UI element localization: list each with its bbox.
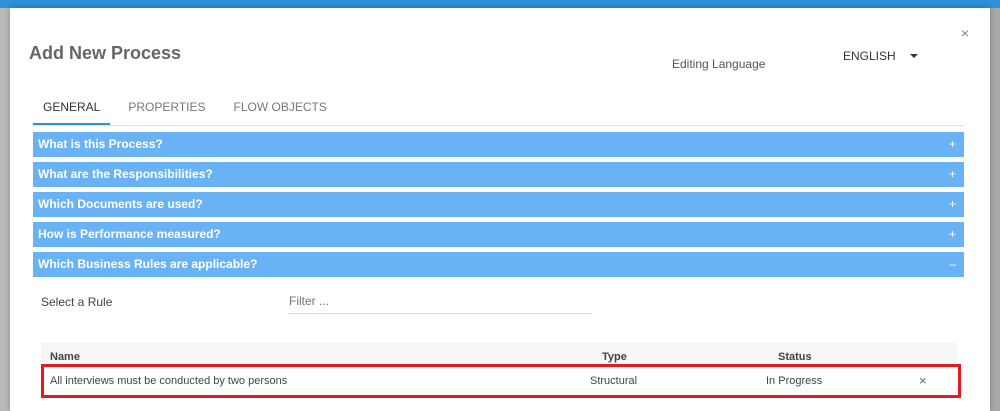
modal-title: Add New Process	[29, 43, 182, 63]
language-value: ENGLISH	[843, 49, 896, 63]
accordion-label: Which Business Rules are applicable?	[38, 257, 258, 271]
rules-table-header: Name Type Status	[41, 343, 957, 363]
tab-flow-objects[interactable]: FLOW OBJECTS	[224, 98, 337, 125]
expand-icon: +	[948, 167, 956, 181]
chevron-down-icon	[909, 54, 918, 58]
accordion-label: How is Performance measured?	[38, 227, 221, 241]
modal-backdrop	[990, 8, 1000, 411]
app-top-bar	[0, 0, 1000, 8]
select-rule-label: Select a Rule	[41, 295, 113, 309]
collapse-icon: –	[949, 257, 956, 271]
tab-bar: GENERAL PROPERTIES FLOW OBJECTS	[33, 98, 965, 126]
expand-icon: +	[948, 227, 956, 241]
rule-type-cell: Structural	[590, 375, 638, 387]
accordion-business-rules[interactable]: Which Business Rules are applicable? –	[33, 252, 964, 277]
accordion-label: Which Documents are used?	[38, 197, 203, 211]
accordion-performance[interactable]: How is Performance measured? +	[33, 222, 964, 247]
rule-name-cell: All interviews must be conducted by two …	[50, 375, 288, 387]
column-header-type: Type	[602, 351, 627, 363]
expand-icon: +	[948, 137, 956, 151]
tab-general[interactable]: GENERAL	[33, 98, 111, 125]
table-row[interactable]: All interviews must be conducted by two …	[41, 364, 961, 398]
column-header-name: Name	[50, 351, 80, 363]
accordion-label: What are the Responsibilities?	[38, 167, 213, 181]
language-select[interactable]: ENGLISH	[843, 48, 918, 64]
remove-rule-icon[interactable]: ×	[919, 373, 927, 388]
rule-status-cell: In Progress	[766, 375, 823, 387]
tab-properties[interactable]: PROPERTIES	[118, 98, 215, 125]
expand-icon: +	[948, 197, 956, 211]
accordion-what-is-process[interactable]: What is this Process? +	[33, 132, 964, 157]
column-header-status: Status	[778, 351, 812, 363]
rule-filter-input[interactable]	[288, 288, 592, 314]
accordion-label: What is this Process?	[38, 137, 163, 151]
accordion-documents[interactable]: Which Documents are used? +	[33, 192, 964, 217]
editing-language-label: Editing Language	[672, 57, 766, 71]
accordion-responsibilities[interactable]: What are the Responsibilities? +	[33, 162, 964, 187]
add-process-modal: Add New Process × Editing Language ENGLI…	[10, 8, 990, 411]
close-icon[interactable]: ×	[958, 26, 972, 40]
